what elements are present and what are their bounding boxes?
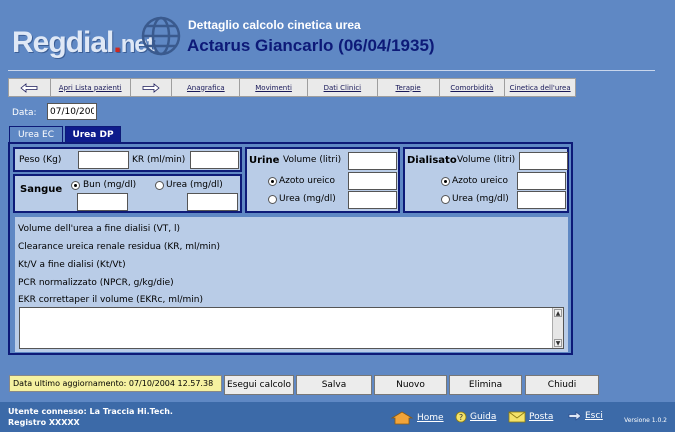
exit-link-label: Esci — [585, 411, 603, 421]
date-label: Data: — [12, 108, 37, 118]
scroll-down-icon[interactable]: ▼ — [554, 339, 562, 347]
result-kr-label: Clearance ureica renale residua (KR, ml/… — [18, 242, 221, 252]
patient-title: Actarus Giancarlo (06/04/1935) — [187, 36, 435, 55]
exit-link[interactable]: Esci — [568, 411, 603, 421]
dialisato-azoto-input[interactable] — [517, 172, 566, 190]
mail-link[interactable]: Posta — [508, 411, 553, 423]
registry-line: Registro XXXXX — [8, 418, 80, 427]
logo-brand: Regdial — [12, 26, 114, 59]
result-npcr-label: PCR normalizzato (NPCR, g/kg/die) — [18, 278, 174, 288]
svg-text:?: ? — [459, 413, 463, 422]
home-icon — [390, 411, 414, 425]
nav-toolbar: Apri Lista pazienti Anagrafica Movimenti… — [8, 78, 576, 97]
toolbar-anagrafica[interactable]: Anagrafica — [172, 79, 241, 96]
arrow-left-icon — [20, 82, 38, 93]
mail-link-label: Posta — [529, 412, 554, 422]
date-input[interactable] — [47, 103, 97, 120]
urine-azoto-radio[interactable] — [268, 177, 277, 186]
urine-volume-input[interactable] — [348, 152, 397, 170]
urea-label: Urea (mg/dl) — [166, 180, 223, 190]
sangue-label: Sangue — [20, 184, 63, 195]
arrow-right-icon — [142, 82, 160, 93]
dialisato-azoto-label: Azoto ureico — [452, 176, 508, 186]
dialisato-volume-label: Volume (litri) — [457, 155, 516, 165]
back-arrow-button[interactable] — [9, 79, 51, 96]
urine-urea-label: Urea (mg/dl) — [279, 194, 336, 204]
connected-user: Utente connesso: La Traccia Hi.Tech. Reg… — [8, 406, 173, 428]
forward-arrow-button[interactable] — [131, 79, 173, 96]
kr-input[interactable] — [190, 151, 239, 169]
urine-title: Urine — [249, 155, 280, 166]
guide-link-label: Guida — [470, 412, 497, 422]
header-divider — [8, 70, 655, 71]
calculate-button[interactable]: Esegui calcolo — [224, 375, 294, 395]
bun-label: Bun (mg/dl) — [83, 180, 137, 190]
tab-urea-dp[interactable]: Urea DP — [65, 126, 121, 142]
dialisato-urea-label: Urea (mg/dl) — [452, 194, 509, 204]
dialisato-title: Dialisato — [407, 155, 457, 166]
save-button[interactable]: Salva — [296, 375, 372, 395]
textarea-scrollbar[interactable]: ▲ ▼ — [552, 308, 563, 348]
peso-label: Peso (Kg) — [19, 155, 62, 165]
connected-user-line: Utente connesso: La Traccia Hi.Tech. — [8, 407, 173, 416]
version-label: Versione 1.0.2 — [624, 417, 667, 424]
footer-bar: Utente connesso: La Traccia Hi.Tech. Reg… — [0, 402, 675, 432]
kr-label: KR (ml/min) — [132, 155, 186, 165]
urine-volume-label: Volume (litri) — [283, 155, 342, 165]
results-textarea[interactable]: ▲ ▼ — [19, 307, 564, 349]
mail-icon — [508, 411, 526, 423]
result-ktv-label: Kt/V a fine dialisi (Kt/Vt) — [18, 260, 126, 270]
page-subtitle: Dettaglio calcolo cinetica urea — [188, 18, 361, 32]
delete-button[interactable]: Elimina — [449, 375, 522, 395]
home-link-label: Home — [417, 413, 444, 423]
result-vt-label: Volume dell'urea a fine dialisi (VT, l) — [18, 224, 181, 234]
dialisato-urea-radio[interactable] — [441, 195, 450, 204]
new-button[interactable]: Nuovo — [374, 375, 447, 395]
regdial-logo: Regdial.net — [12, 14, 182, 64]
dialisato-volume-input[interactable] — [519, 152, 568, 170]
bun-input[interactable] — [77, 193, 128, 211]
toolbar-movimenti[interactable]: Movimenti — [240, 79, 308, 96]
close-button[interactable]: Chiudi — [525, 375, 599, 395]
tab-urea-ec[interactable]: Urea EC — [9, 126, 63, 142]
globe-icon — [141, 16, 181, 56]
urea-sangue-input[interactable] — [187, 193, 238, 211]
guide-link[interactable]: ? Guida — [455, 411, 496, 423]
sangue-group: Sangue Bun (mg/dl) Urea (mg/dl) — [13, 174, 242, 213]
peso-kr-group: Peso (Kg) KR (ml/min) — [13, 147, 242, 172]
toolbar-dati-clinici[interactable]: Dati Clinici — [308, 79, 378, 96]
toolbar-comorbidita[interactable]: Comorbidità — [440, 79, 506, 96]
home-link[interactable]: Home — [390, 411, 444, 425]
urea-radio[interactable] — [155, 181, 164, 190]
urine-urea-input[interactable] — [348, 191, 397, 209]
urine-azoto-label: Azoto ureico — [279, 176, 335, 186]
dialisato-urea-input[interactable] — [517, 191, 566, 209]
bun-radio[interactable] — [71, 181, 80, 190]
exit-arrow-icon — [568, 411, 582, 421]
toolbar-cinetica-urea[interactable]: Cinetica dell'urea — [505, 79, 575, 96]
dialisato-group: Dialisato Volume (litri) Azoto ureico Ur… — [403, 147, 569, 213]
last-update-status: Data ultimo aggiornamento: 07/10/2004 12… — [9, 375, 222, 392]
scroll-up-icon[interactable]: ▲ — [554, 309, 562, 317]
toolbar-apri-lista[interactable]: Apri Lista pazienti — [51, 79, 131, 96]
toolbar-terapie[interactable]: Terapie — [378, 79, 440, 96]
help-icon: ? — [455, 411, 467, 423]
dialisato-azoto-radio[interactable] — [441, 177, 450, 186]
results-panel: Volume dell'urea a fine dialisi (VT, l) … — [15, 217, 568, 352]
peso-input[interactable] — [78, 151, 129, 169]
result-ekrc-label: EKR correttaper il volume (EKRc, ml/min) — [18, 295, 203, 305]
urine-urea-radio[interactable] — [268, 195, 277, 204]
urine-group: Urine Volume (litri) Azoto ureico Urea (… — [245, 147, 400, 213]
urine-azoto-input[interactable] — [348, 172, 397, 190]
urea-dp-panel: Peso (Kg) KR (ml/min) Sangue Bun (mg/dl)… — [8, 142, 573, 355]
